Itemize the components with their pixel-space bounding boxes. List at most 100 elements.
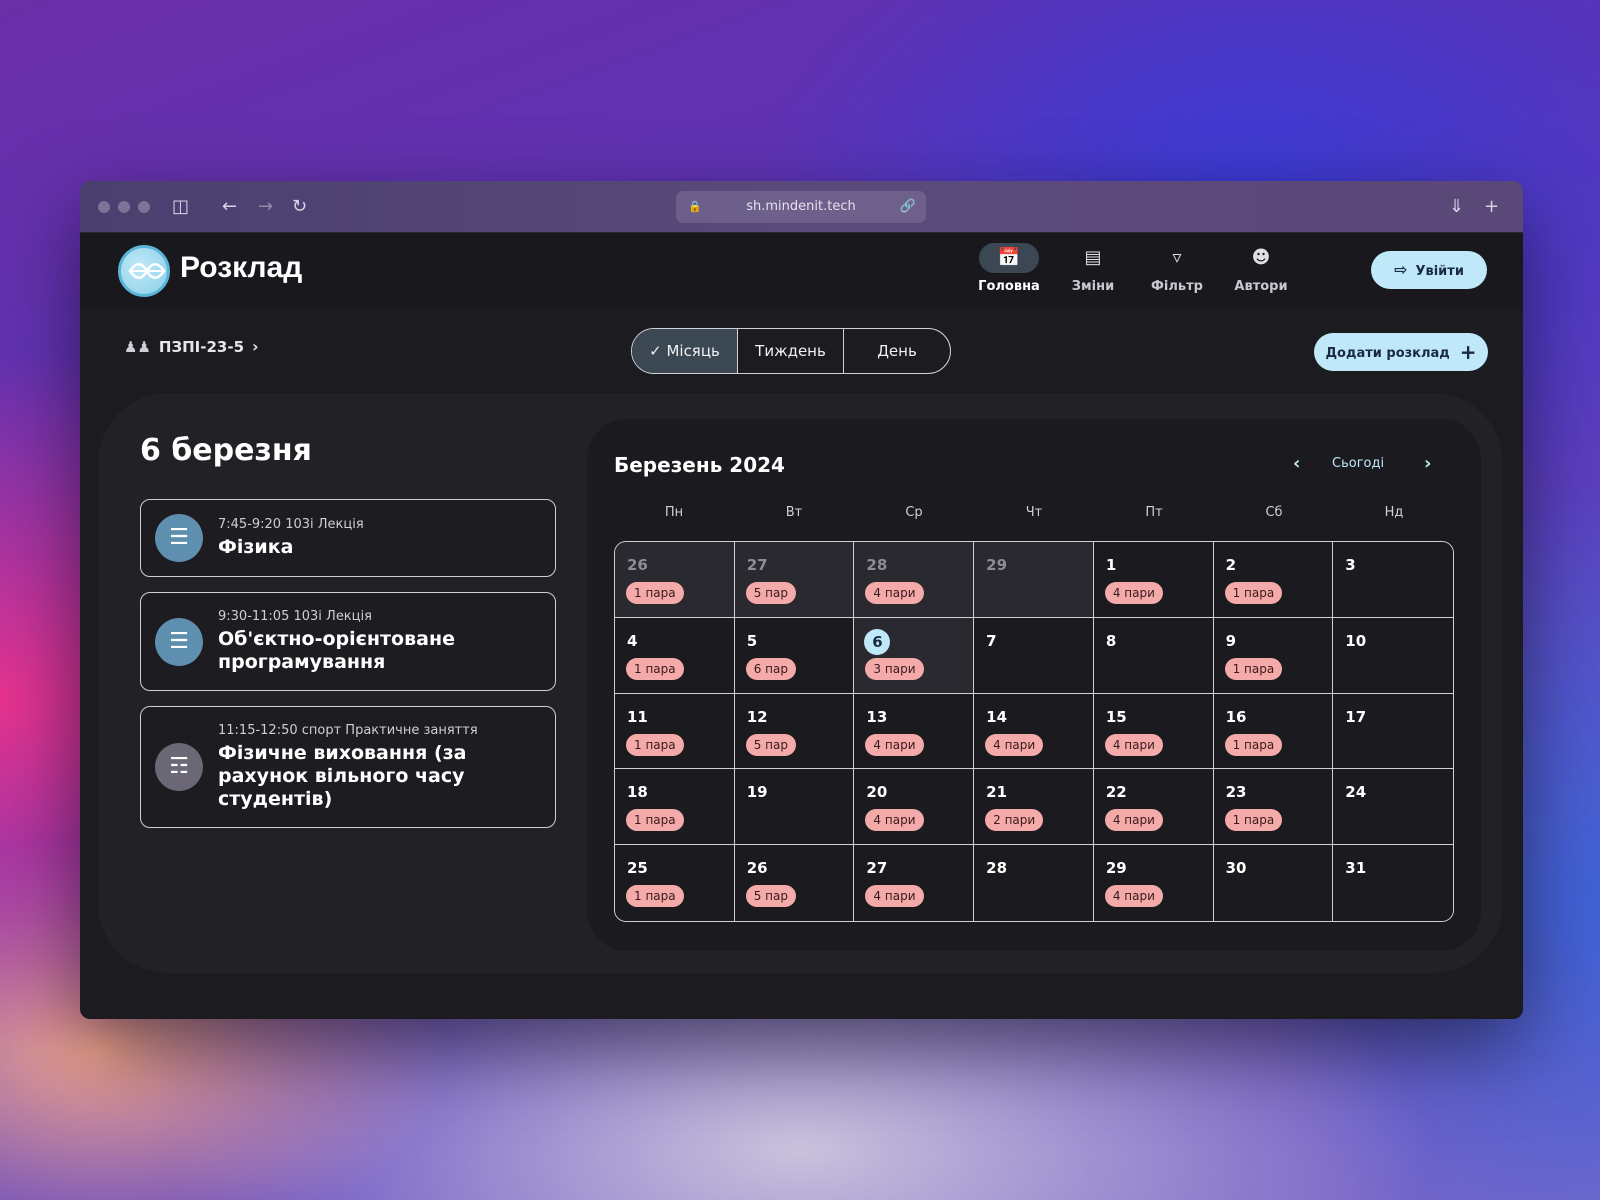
browser-window: ◫ ← → ↻ 🔒 sh.mindenit.tech 🔗 ⇓ + Розклад… xyxy=(80,181,1523,1019)
link-icon[interactable]: 🔗 xyxy=(900,191,916,223)
lesson-count-badge: 5 пар xyxy=(745,582,796,604)
lesson-count-badge: 4 пари xyxy=(1104,733,1163,756)
calendar-day[interactable]: 30 xyxy=(1213,845,1334,921)
calendar-day[interactable]: 17 xyxy=(1333,693,1453,770)
calendar-day[interactable]: 25 1 пара xyxy=(615,845,735,921)
day-number: 26 xyxy=(746,859,768,878)
calendar-day[interactable]: 31 xyxy=(1333,845,1453,921)
calendar-day[interactable]: 29 xyxy=(974,542,1094,618)
back-arrow-icon[interactable]: ← xyxy=(222,196,237,218)
lesson-meta: 9:30-11:05 103і Лекція xyxy=(218,609,372,624)
address-bar[interactable]: 🔒 sh.mindenit.tech 🔗 xyxy=(676,191,926,223)
calendar-day[interactable]: 15 4 пари xyxy=(1093,693,1214,770)
close-window-dot[interactable] xyxy=(98,201,110,213)
today-button[interactable]: Сьогоді xyxy=(1332,456,1384,471)
calendar-month-title: Березень 2024 xyxy=(614,453,785,477)
lesson-count-badge: 4 пари xyxy=(1104,809,1163,832)
calendar-day[interactable]: 22 4 пари xyxy=(1093,769,1214,846)
add-schedule-button[interactable]: Додати розклад + xyxy=(1314,333,1488,371)
minimize-window-dot[interactable] xyxy=(118,201,130,213)
lesson-meta: 11:15-12:50 спорт Практичне заняття xyxy=(218,723,478,738)
view-day-button[interactable]: День xyxy=(844,329,950,373)
reload-icon[interactable]: ↻ xyxy=(292,196,307,218)
calendar-day[interactable]: 5 6 пар xyxy=(734,617,855,694)
nav-filter[interactable]: ▿ Фільтр xyxy=(1142,243,1212,294)
calendar-day[interactable]: 11 1 пара xyxy=(615,693,735,770)
month-calendar: Березень 2024 ‹ Сьогоді › Пн Вт Ср Чт Пт… xyxy=(587,419,1481,951)
maximize-window-dot[interactable] xyxy=(138,201,150,213)
calendar-day[interactable]: 28 xyxy=(974,845,1094,921)
logo-mark-icon xyxy=(128,263,166,279)
calendar-day[interactable]: 16 1 пара xyxy=(1213,693,1334,770)
day-number: 8 xyxy=(1105,631,1117,650)
lesson-count-badge: 4 пари xyxy=(865,582,924,604)
lock-icon: 🔒 xyxy=(688,200,702,213)
chevron-left-icon[interactable]: ‹ xyxy=(1293,453,1300,474)
calendar-day[interactable]: 27 4 пари xyxy=(854,845,975,921)
calendar-day[interactable]: 26 5 пар xyxy=(734,845,855,921)
lesson-card[interactable]: ☰ 9:30-11:05 103і Лекція Об'єктно-орієнт… xyxy=(140,592,556,691)
day-number: 2 xyxy=(1225,556,1236,574)
calendar-day[interactable]: 3 xyxy=(1333,542,1453,618)
calendar-day[interactable]: 13 4 пари xyxy=(854,693,975,770)
nav-home[interactable]: 📅 Головна xyxy=(974,243,1044,294)
lesson-count-badge: 1 пара xyxy=(1224,582,1283,604)
nav-changes-label: Зміни xyxy=(1071,279,1115,294)
calendar-day[interactable]: 21 2 пари xyxy=(974,769,1094,846)
calendar-day[interactable]: 28 4 пари xyxy=(854,542,975,618)
download-icon[interactable]: ⇓ xyxy=(1449,196,1464,218)
brand-title[interactable]: Розклад xyxy=(180,251,302,285)
calendar-day[interactable]: 7 xyxy=(974,617,1094,694)
day-number: 30 xyxy=(1225,859,1247,878)
nav-authors[interactable]: ☻ Автори xyxy=(1226,243,1296,294)
calendar-day[interactable]: 27 5 пар xyxy=(734,542,855,618)
app-header: Розклад 📅 Головна ▤ Зміни ▿ Фільтр ☻ Авт… xyxy=(80,233,1523,309)
theme-toggle-moon-icon[interactable] xyxy=(1320,259,1342,281)
login-button[interactable]: ⇨ Увійти xyxy=(1371,251,1487,289)
calendar-day[interactable]: 18 1 пара xyxy=(615,769,735,846)
calendar-day[interactable]: 24 xyxy=(1333,769,1453,846)
lesson-name: Об'єктно-орієнтоване програмування xyxy=(218,628,455,673)
calendar-day[interactable]: 4 1 пара xyxy=(615,617,735,694)
day-number: 11 xyxy=(627,707,648,726)
day-number: 31 xyxy=(1345,859,1367,878)
calendar-day[interactable]: 29 4 пари xyxy=(1093,845,1214,921)
day-number: 16 xyxy=(1225,707,1247,726)
lesson-count-badge: 4 пари xyxy=(865,809,924,832)
lesson-count-badge: 4 пари xyxy=(1104,582,1163,604)
day-number: 22 xyxy=(1105,783,1127,802)
view-week-button[interactable]: Тиждень xyxy=(738,329,844,373)
group-selector[interactable]: ♟♟ ПЗПІ-23-5 › xyxy=(124,337,259,356)
calendar-day[interactable]: 20 4 пари xyxy=(854,769,975,846)
calendar-day[interactable]: 12 5 пар xyxy=(734,693,855,770)
lesson-count-badge: 1 пара xyxy=(1224,733,1283,756)
nav-changes[interactable]: ▤ Зміни xyxy=(1058,243,1128,294)
day-number: 21 xyxy=(986,783,1008,802)
calendar-day[interactable]: 2 1 пара xyxy=(1213,542,1334,618)
lesson-count-badge: 5 пар xyxy=(745,733,796,756)
calendar-day-selected[interactable]: 63 пари xyxy=(854,617,975,694)
calendar-day[interactable]: 9 1 пара xyxy=(1213,617,1334,694)
filter-icon: ▿ xyxy=(1172,247,1182,268)
calendar-day[interactable]: 19 xyxy=(734,769,855,846)
calendar-day[interactable]: 8 xyxy=(1093,617,1214,694)
new-tab-icon[interactable]: + xyxy=(1484,196,1499,218)
day-number: 5 xyxy=(746,631,758,650)
calendar-day[interactable]: 26 1 пара xyxy=(615,542,735,618)
lesson-name: Фізичне виховання (за рахунок вільного ч… xyxy=(218,742,467,810)
nav-home-label: Головна xyxy=(978,279,1040,294)
chevron-right-icon[interactable]: › xyxy=(1424,453,1431,474)
calendar-day[interactable]: 14 4 пари xyxy=(974,693,1094,770)
calendar-day[interactable]: 1 4 пари xyxy=(1093,542,1214,618)
calendar-day[interactable]: 23 1 пара xyxy=(1213,769,1334,846)
lesson-card[interactable]: ☶ 11:15-12:50 спорт Практичне заняття Фі… xyxy=(140,706,556,828)
view-month-button[interactable]: ✓ Місяць xyxy=(632,329,738,373)
book-list-icon: ☰ xyxy=(155,618,203,666)
calendar-day[interactable]: 10 xyxy=(1333,617,1453,694)
lesson-card[interactable]: ☰ 7:45-9:20 103і Лекція Фізика xyxy=(140,499,556,577)
logo-icon[interactable] xyxy=(118,245,170,297)
forward-arrow-icon[interactable]: → xyxy=(258,196,273,218)
plus-icon: + xyxy=(1459,340,1477,364)
lesson-name: Фізика xyxy=(218,536,294,558)
sidebar-toggle-icon[interactable]: ◫ xyxy=(172,196,189,218)
